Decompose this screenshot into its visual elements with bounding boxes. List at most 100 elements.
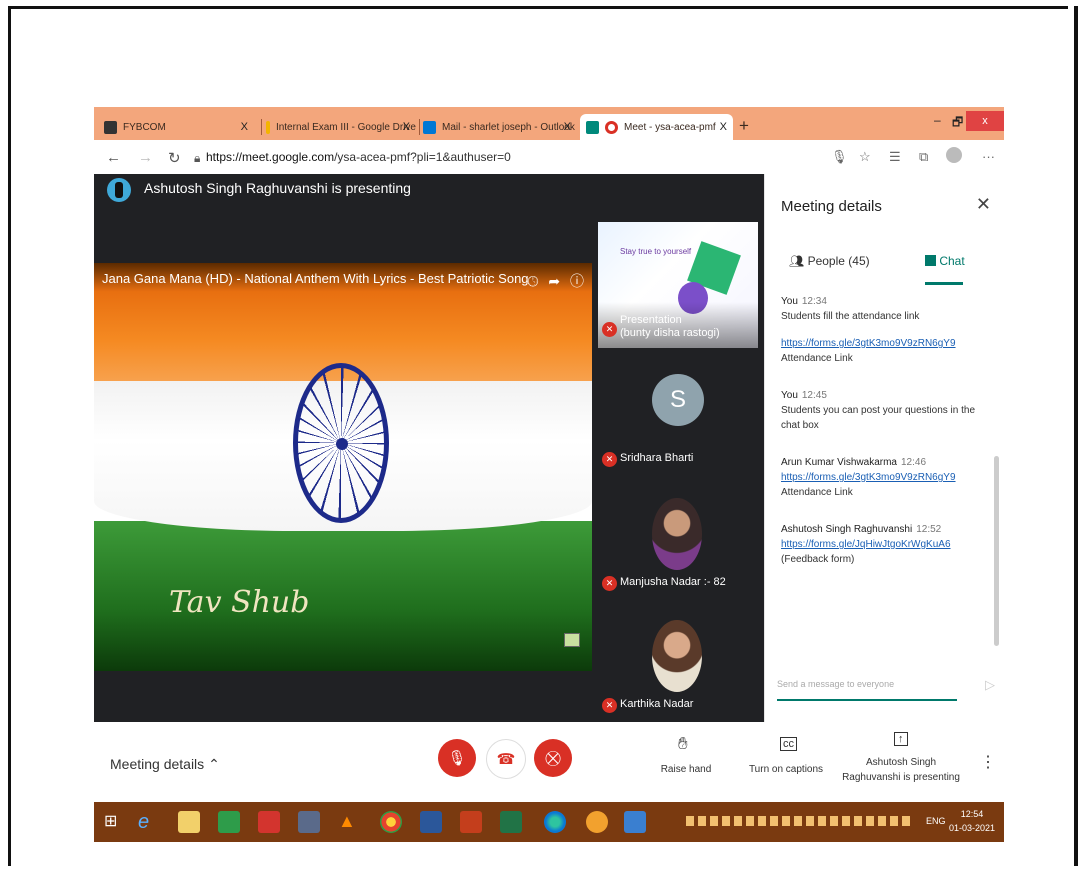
edge-icon[interactable] xyxy=(544,811,566,833)
tray-icon[interactable] xyxy=(734,816,742,826)
powerpoint-icon[interactable] xyxy=(460,811,482,833)
message-link[interactable]: https://forms.gle/3gtK3mo9V9zRN6gY9 xyxy=(781,470,986,485)
meeting-details-button[interactable]: Meeting details ⌃ xyxy=(110,756,220,773)
chrome-icon[interactable] xyxy=(380,811,402,833)
tray-icon[interactable] xyxy=(746,816,754,826)
new-tab-button[interactable]: + xyxy=(739,116,749,136)
send-icon[interactable]: ▷ xyxy=(985,677,995,693)
chat-scrollbar[interactable] xyxy=(994,456,999,646)
back-arrow-icon[interactable]: ← xyxy=(106,149,121,166)
drive-icon xyxy=(266,120,270,134)
close-tab-icon[interactable]: X xyxy=(241,121,248,133)
meet-icon xyxy=(586,120,599,134)
more-options-icon[interactable]: ⋮ xyxy=(980,752,996,772)
tray-icon[interactable] xyxy=(842,816,850,826)
system-clock[interactable]: 12:54 01-03-2021 xyxy=(949,807,995,835)
tray-icon[interactable] xyxy=(890,816,898,826)
excel-icon[interactable] xyxy=(500,811,522,833)
tray-icon[interactable] xyxy=(806,816,814,826)
tray-icon[interactable] xyxy=(686,816,694,826)
presentation-tile[interactable]: Stay true to yourself ✕ Presentation (bu… xyxy=(598,222,758,348)
refresh-icon[interactable]: ↻ xyxy=(168,149,181,167)
tray-icon[interactable] xyxy=(782,816,790,826)
sender: You xyxy=(781,390,798,401)
windows-start-icon[interactable]: ⊞ xyxy=(104,811,126,833)
mic-off-icon: ✕ xyxy=(602,322,617,337)
chat-message: You 12:45 Students you can post your ques… xyxy=(781,388,986,433)
camera-toggle-button[interactable]: ⛒ xyxy=(534,739,572,777)
share-icon[interactable]: ➦ xyxy=(548,273,560,289)
close-tab-icon[interactable]: X xyxy=(403,121,410,133)
app-icon[interactable] xyxy=(586,811,608,833)
chat-icon xyxy=(925,255,936,266)
tab-meet[interactable]: Meet - ysa-acea-pmf X xyxy=(580,114,733,140)
clock-time: 12:54 xyxy=(960,809,984,819)
file-explorer-icon[interactable] xyxy=(178,811,200,833)
tab-outlook[interactable]: Mail - sharlet joseph - Outlook X xyxy=(423,114,577,140)
app-icon[interactable] xyxy=(624,811,646,833)
browser-window: FYBCOM X Internal Exam III - Google Driv… xyxy=(94,107,1004,845)
vlc-icon[interactable]: ▲ xyxy=(338,811,360,833)
raise-hand-icon[interactable]: ✋︎ xyxy=(678,734,688,754)
window-close-button[interactable]: x xyxy=(966,111,1004,131)
tray-icon[interactable] xyxy=(698,816,706,826)
present-icon[interactable]: ↑ xyxy=(894,732,908,746)
tray-icon[interactable] xyxy=(866,816,874,826)
mic-toggle-button[interactable]: 🎙︎ xyxy=(438,739,476,777)
message-link[interactable]: https://forms.gle/JqHiwJtgoKrWgKuA6 xyxy=(781,539,951,550)
captions-icon[interactable]: cc xyxy=(780,737,797,751)
captions-label[interactable]: Turn on captions xyxy=(746,764,826,775)
tab-fybcom[interactable]: FYBCOM X xyxy=(104,114,254,140)
favorites-list-icon[interactable]: ☰ xyxy=(889,149,901,165)
tray-icon[interactable] xyxy=(794,816,802,826)
tray-icon[interactable] xyxy=(854,816,862,826)
clock-icon[interactable]: 🕓︎ xyxy=(527,273,538,289)
url-field[interactable]: https://meet.google.com/ysa-acea-pmf?pli… xyxy=(206,150,511,164)
tray-icon[interactable] xyxy=(770,816,778,826)
tab-separator xyxy=(419,119,420,135)
tray-icon[interactable] xyxy=(818,816,826,826)
presenting-label[interactable]: Ashutosh Singh Raghuvanshi is presenting xyxy=(838,755,964,785)
forward-arrow-icon[interactable]: → xyxy=(138,149,153,166)
tray-icon[interactable] xyxy=(830,816,838,826)
tray-icon[interactable] xyxy=(902,816,910,826)
collections-icon[interactable]: ⧉ xyxy=(919,149,928,165)
tray-icon[interactable] xyxy=(710,816,718,826)
shared-video[interactable]: Jana Gana Mana (HD) - National Anthem Wi… xyxy=(94,263,592,671)
word-icon[interactable] xyxy=(420,811,442,833)
leave-call-button[interactable]: ☎︎ xyxy=(486,739,526,779)
tray-icon[interactable] xyxy=(722,816,730,826)
restore-button[interactable]: 🗗 xyxy=(952,113,963,134)
tray-icon[interactable] xyxy=(878,816,886,826)
tab-chat[interactable]: Chat xyxy=(925,254,965,268)
chat-message: You 12:34 Students fill the attendance li… xyxy=(781,294,986,366)
message-text: (Feedback form) xyxy=(781,554,855,565)
close-icon[interactable]: ✕ xyxy=(976,194,991,215)
close-tab-icon[interactable]: X xyxy=(564,121,571,133)
language-indicator[interactable]: ENG xyxy=(926,816,946,826)
tray-icon[interactable] xyxy=(758,816,766,826)
mic-off-icon: ✕ xyxy=(602,698,617,713)
raise-hand-label[interactable]: Raise hand xyxy=(654,764,718,775)
pdf-reader-icon[interactable] xyxy=(258,811,280,833)
minimize-button[interactable]: – xyxy=(934,113,941,127)
sender: Arun Kumar Vishwakarma xyxy=(781,457,897,468)
menu-dots-icon[interactable]: ··· xyxy=(982,149,995,164)
close-tab-icon[interactable]: X xyxy=(720,121,727,133)
ie-icon[interactable]: e xyxy=(138,811,160,833)
app-icon[interactable] xyxy=(298,811,320,833)
favorite-star-icon[interactable]: ☆ xyxy=(859,149,871,165)
profile-avatar[interactable] xyxy=(946,147,962,163)
microphone-icon[interactable]: 🎙︎ xyxy=(831,149,848,165)
tab-google-drive[interactable]: Internal Exam III - Google Drive X xyxy=(266,114,416,140)
lock-icon[interactable]: 🔒︎ xyxy=(194,151,200,166)
chat-message: Ashutosh Singh Raghuvanshi 12:52 https://… xyxy=(781,522,986,567)
tab-label: People (45) xyxy=(807,254,870,268)
chat-input[interactable]: Send a message to everyone xyxy=(777,679,957,701)
tab-people[interactable]: 👥︎ People (45) xyxy=(789,254,870,268)
presenter-bar: Ashutosh Singh Raghuvanshi is presenting xyxy=(94,174,764,204)
info-icon[interactable]: ⓘ xyxy=(570,273,584,289)
tab-label: Mail - sharlet joseph - Outlook xyxy=(442,121,575,133)
message-link[interactable]: https://forms.gle/3gtK3mo9V9zRN6gY9 xyxy=(781,336,986,351)
store-icon[interactable] xyxy=(218,811,240,833)
